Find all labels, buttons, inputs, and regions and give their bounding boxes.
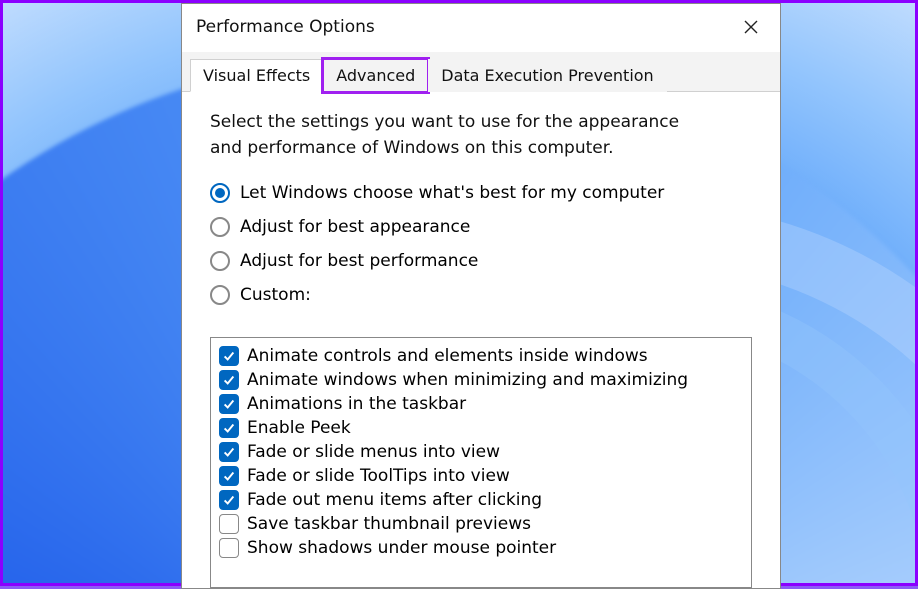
radio-icon <box>210 285 230 305</box>
description-text: Select the settings you want to use for … <box>210 110 690 161</box>
check-option[interactable]: Animate windows when minimizing and maxi… <box>219 368 743 392</box>
radio-label: Custom: <box>240 285 311 305</box>
radio-label: Adjust for best appearance <box>240 217 470 237</box>
check-option[interactable]: Enable Peek <box>219 416 743 440</box>
radio-icon <box>210 251 230 271</box>
dialog-content: Select the settings you want to use for … <box>182 92 780 588</box>
radio-option[interactable]: Adjust for best appearance <box>210 217 752 237</box>
checkbox-icon <box>219 370 239 390</box>
dialog-title: Performance Options <box>196 17 375 37</box>
check-option[interactable]: Save taskbar thumbnail previews <box>219 512 743 536</box>
check-option[interactable]: Animate controls and elements inside win… <box>219 344 743 368</box>
radio-icon <box>210 217 230 237</box>
radio-option[interactable]: Custom: <box>210 285 752 305</box>
tab-advanced[interactable]: Advanced <box>323 59 428 92</box>
radio-icon <box>210 183 230 203</box>
check-label: Fade or slide menus into view <box>247 442 500 462</box>
check-option[interactable]: Fade out menu items after clicking <box>219 488 743 512</box>
tab-strip: Visual EffectsAdvancedData Execution Pre… <box>182 52 780 92</box>
radio-label: Adjust for best performance <box>240 251 478 271</box>
radio-option[interactable]: Let Windows choose what's best for my co… <box>210 183 752 203</box>
checkbox-icon <box>219 346 239 366</box>
check-label: Fade out menu items after clicking <box>247 490 542 510</box>
effects-checklist: Animate controls and elements inside win… <box>210 337 752 588</box>
check-label: Fade or slide ToolTips into view <box>247 466 510 486</box>
check-label: Save taskbar thumbnail previews <box>247 514 531 534</box>
close-icon <box>743 19 759 35</box>
close-button[interactable] <box>736 12 766 42</box>
checkbox-icon <box>219 394 239 414</box>
check-label: Animations in the taskbar <box>247 394 466 414</box>
checkbox-icon <box>219 490 239 510</box>
check-label: Enable Peek <box>247 418 351 438</box>
tab-data-execution-prevention[interactable]: Data Execution Prevention <box>428 59 666 92</box>
check-option[interactable]: Fade or slide menus into view <box>219 440 743 464</box>
checkbox-icon <box>219 418 239 438</box>
performance-options-dialog: Performance Options Visual EffectsAdvanc… <box>181 3 781 589</box>
check-option[interactable]: Animations in the taskbar <box>219 392 743 416</box>
radio-label: Let Windows choose what's best for my co… <box>240 183 664 203</box>
check-label: Animate windows when minimizing and maxi… <box>247 370 688 390</box>
tab-visual-effects[interactable]: Visual Effects <box>190 59 323 92</box>
titlebar: Performance Options <box>182 4 780 52</box>
checkbox-icon <box>219 538 239 558</box>
radio-group: Let Windows choose what's best for my co… <box>210 183 752 319</box>
check-label: Show shadows under mouse pointer <box>247 538 556 558</box>
check-option[interactable]: Fade or slide ToolTips into view <box>219 464 743 488</box>
radio-option[interactable]: Adjust for best performance <box>210 251 752 271</box>
check-option[interactable]: Show shadows under mouse pointer <box>219 536 743 560</box>
checkbox-icon <box>219 442 239 462</box>
check-label: Animate controls and elements inside win… <box>247 346 648 366</box>
checkbox-icon <box>219 466 239 486</box>
checkbox-icon <box>219 514 239 534</box>
